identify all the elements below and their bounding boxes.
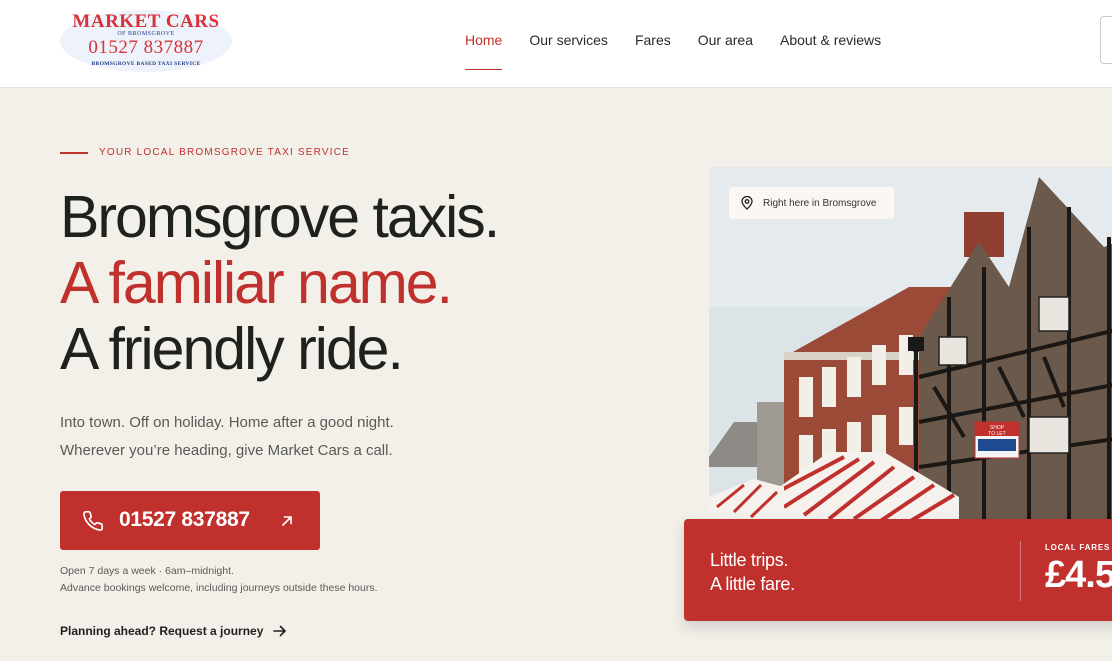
fare-value: £4.5 — [1045, 554, 1112, 596]
fare-card-divider — [1020, 541, 1021, 601]
fare-card-tagline: Little trips. A little fare. — [710, 548, 795, 596]
phone-icon — [83, 511, 103, 531]
headline-line-2: A familiar name. — [60, 250, 453, 316]
logo-phone: 01527 837887 — [88, 37, 204, 58]
nav-about-reviews[interactable]: About & reviews — [780, 32, 881, 56]
hero-eyebrow: YOUR LOCAL BROMSGROVE TAXI SERVICE — [60, 147, 350, 158]
location-chip-text: Right here in Bromsgrove — [763, 197, 877, 209]
eyebrow-dash — [60, 151, 88, 154]
bromsgrove-street-illustration: SHOP TO LET — [709, 167, 1112, 527]
sign-text-2: TO LET — [988, 431, 1005, 437]
header-call-button[interactable] — [1100, 16, 1112, 64]
arrow-right-icon — [273, 625, 287, 637]
nav-our-area[interactable]: Our area — [698, 32, 753, 56]
logo[interactable]: MARKET CARS OF BROMSGROVE 01527 837887 B… — [60, 10, 232, 72]
nav-home[interactable]: Home — [465, 32, 503, 70]
hours-line-2: Advance bookings welcome, including jour… — [60, 582, 378, 594]
location-chip: Right here in Bromsgrove — [729, 187, 895, 219]
main-nav: Home Our services Fares Our area About &… — [465, 32, 908, 70]
arrow-up-right-icon — [282, 516, 292, 526]
call-button[interactable]: 01527 837887 — [60, 491, 320, 550]
fare-card: Little trips. A little fare. LOCAL FARES… — [684, 519, 1112, 621]
fare-label: LOCAL FARES F — [1045, 543, 1112, 552]
eyebrow-text: YOUR LOCAL BROMSGROVE TAXI SERVICE — [99, 147, 351, 158]
hero-photo: SHOP TO LET — [709, 167, 1112, 527]
fare-card-line-2: A little fare. — [710, 574, 795, 594]
hero-headline: Bromsgrove taxis. A familiar name. A fri… — [60, 184, 500, 382]
fare-card-line-1: Little trips. — [710, 550, 789, 570]
headline-line-3: A friendly ride. — [60, 316, 404, 382]
intro-line-1: Into town. Off on holiday. Home after a … — [60, 414, 394, 431]
request-journey-link[interactable]: Planning ahead? Request a journey — [60, 624, 287, 638]
hero-intro: Into town. Off on holiday. Home after a … — [60, 409, 394, 465]
opening-hours: Open 7 days a week · 6am–midnight. Advan… — [60, 563, 378, 597]
site-header: MARKET CARS OF BROMSGROVE 01527 837887 B… — [0, 0, 1112, 88]
nav-our-services[interactable]: Our services — [529, 32, 608, 56]
intro-line-2: Wherever you’re heading, give Market Car… — [60, 442, 393, 459]
headline-line-1: Bromsgrove taxis. — [60, 184, 500, 250]
logo-title: MARKET CARS — [72, 11, 220, 32]
hours-line-1: Open 7 days a week · 6am–midnight. — [60, 565, 234, 577]
nav-fares[interactable]: Fares — [635, 32, 671, 56]
logo-tagline: BROMSGROVE BASED TAXI SERVICE — [91, 61, 201, 67]
map-pin-icon — [741, 196, 753, 210]
request-journey-label: Planning ahead? Request a journey — [60, 624, 264, 638]
call-button-number: 01527 837887 — [119, 508, 250, 531]
